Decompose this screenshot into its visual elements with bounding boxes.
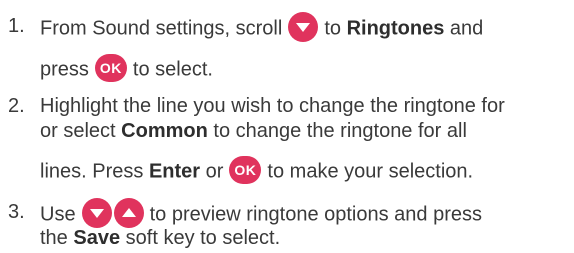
step-text: Highlight the line you wish to change th… xyxy=(40,95,505,117)
ok-icon: OK xyxy=(229,156,262,184)
step-keyword: Ringtones xyxy=(346,17,445,40)
step-text: and xyxy=(449,17,484,40)
step-text: or select xyxy=(40,120,116,142)
step-text: to preview ringtone options and press xyxy=(149,203,482,226)
step-number: 3. xyxy=(8,201,25,223)
step-text: the xyxy=(40,227,68,249)
step-text: soft key to select. xyxy=(125,227,281,249)
step-text: to select. xyxy=(132,58,213,81)
step-keyword: Enter xyxy=(148,160,201,183)
step-text: press xyxy=(40,58,89,81)
step-keyword: Save xyxy=(73,227,121,249)
step-number: 2. xyxy=(8,95,25,117)
step-text: to change the ringtone for all xyxy=(213,120,467,142)
step-text: or xyxy=(205,160,224,183)
step-text: Use xyxy=(40,203,76,226)
down-arrow-icon xyxy=(288,12,319,42)
step-keyword: Common xyxy=(121,120,208,142)
down-arrow-icon xyxy=(81,198,112,228)
step-number: 1. xyxy=(8,15,25,37)
step-text: to make your selection. xyxy=(267,160,474,183)
ok-icon: OK xyxy=(94,54,127,82)
step-text: From Sound settings, scroll xyxy=(40,17,283,40)
step-text: to xyxy=(324,17,342,40)
step-text: lines. Press xyxy=(40,160,144,183)
up-arrow-icon xyxy=(113,198,144,228)
